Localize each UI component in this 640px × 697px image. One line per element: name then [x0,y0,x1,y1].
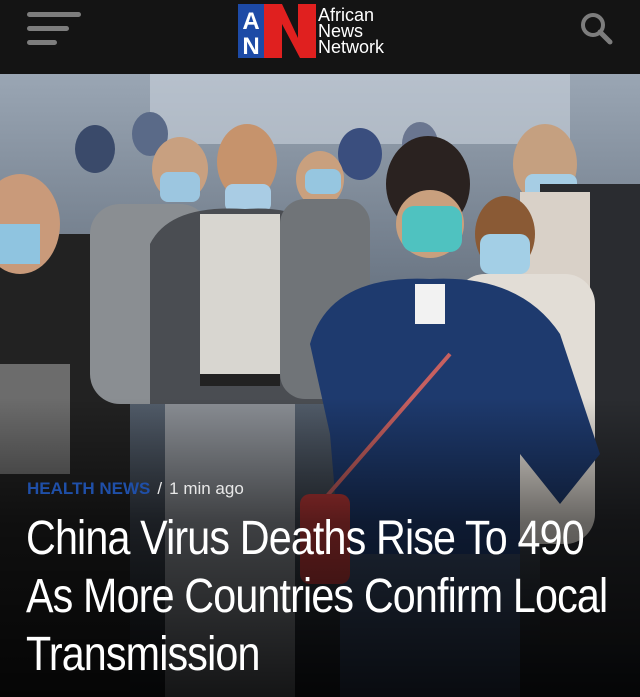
meta-separator: / [157,479,163,498]
category-link[interactable]: HEALTH NEWS [27,479,150,498]
logo-mark: A N [238,4,316,60]
article-headline[interactable]: China Virus Deaths Rise To 490 As More C… [26,510,628,684]
hamburger-menu-icon[interactable] [27,12,81,48]
logo-line-3: Network [318,37,385,57]
logo-wordmark: African News Network [318,6,385,57]
top-bar: A N African News Network [0,0,640,74]
article-meta: HEALTH NEWS / 1 min ago [27,479,244,499]
logo-letter-a: A [242,8,259,35]
site-logo[interactable]: A N African News Network [238,3,385,60]
timestamp: 1 min ago [169,479,244,498]
logo-letter-n: N [242,33,259,58]
search-icon[interactable] [578,10,614,46]
